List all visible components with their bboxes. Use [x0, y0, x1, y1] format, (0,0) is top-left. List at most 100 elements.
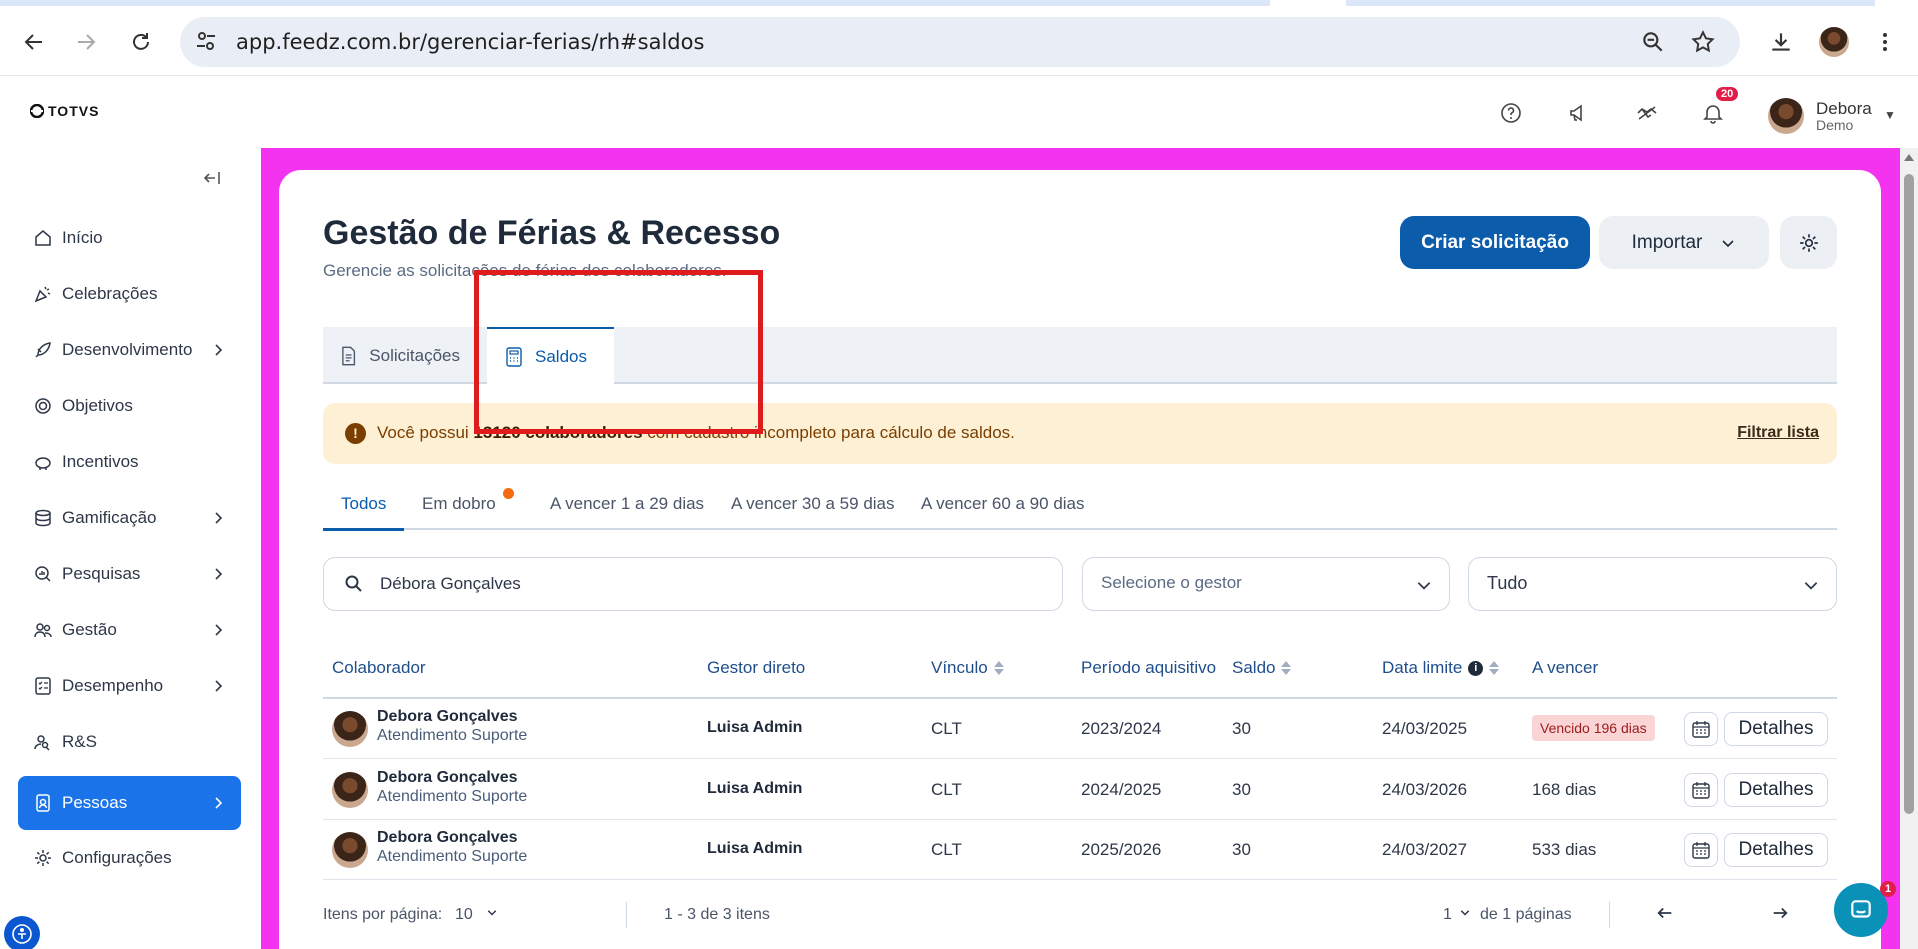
profile-avatar[interactable]: [1814, 22, 1854, 62]
status-select[interactable]: Tudo: [1468, 557, 1837, 611]
sidebar-item-celebracoes[interactable]: Celebrações: [18, 267, 241, 321]
sort-icon[interactable]: [993, 661, 1004, 675]
sort-icon[interactable]: [1489, 661, 1500, 675]
browser-menu-icon[interactable]: [1865, 22, 1905, 62]
calendar-button[interactable]: [1684, 833, 1718, 867]
scrollbar[interactable]: [1900, 148, 1918, 949]
info-icon[interactable]: i: [1468, 660, 1484, 676]
column-header-saldo[interactable]: Saldo: [1232, 658, 1292, 678]
page-select[interactable]: 1: [1443, 906, 1472, 924]
party-icon: [32, 283, 54, 305]
handshake-icon[interactable]: [1632, 98, 1662, 128]
pager-divider: [1609, 902, 1610, 928]
calendar-icon: [1692, 782, 1710, 799]
tab-solicitacoes[interactable]: Solicitações: [340, 327, 460, 384]
data-limite-cell: 24/03/2027: [1382, 840, 1468, 859]
sidebar-item-configuracoes[interactable]: Configurações: [18, 831, 241, 885]
notification-badge: 20: [1716, 87, 1739, 101]
pager-divider: [626, 902, 627, 928]
calendar-button[interactable]: [1684, 712, 1718, 746]
status-select-value: Tudo: [1487, 573, 1528, 593]
balance-subtabs: Todos Em dobro A vencer 1 a 29 dias A ve…: [323, 484, 1837, 531]
back-icon[interactable]: [14, 22, 54, 62]
sidebar-item-label: Gamificação: [62, 508, 157, 527]
create-request-button[interactable]: Criar solicitação: [1400, 216, 1590, 269]
accessibility-icon[interactable]: [4, 916, 40, 949]
saldo-cell: 30: [1232, 780, 1251, 799]
settings-button[interactable]: [1780, 216, 1837, 269]
details-button[interactable]: Detalhes: [1724, 773, 1828, 807]
filter-list-link[interactable]: Filtrar lista: [1737, 424, 1819, 442]
table-row: Debora Gonçalves Atendimento Suporte Lui…: [323, 699, 1837, 759]
bell-icon[interactable]: [1698, 98, 1728, 128]
subtab-a-vencer-1-29[interactable]: A vencer 1 a 29 dias: [550, 494, 704, 514]
sidebar-item-pesquisas[interactable]: Pesquisas: [18, 547, 241, 601]
user-menu-caret-icon[interactable]: ▼: [1884, 108, 1896, 122]
subtab-todos[interactable]: Todos: [341, 494, 386, 514]
a-vencer-cell: 168 dias: [1532, 780, 1597, 799]
calendar-button[interactable]: [1684, 773, 1718, 807]
vinculo-cell: CLT: [931, 780, 962, 799]
manager-name: Luisa Admin: [707, 780, 803, 797]
sidebar-item-desempenho[interactable]: Desempenho: [18, 659, 241, 713]
details-button[interactable]: Detalhes: [1724, 712, 1828, 746]
chevron-right-icon: [215, 797, 223, 809]
search-field[interactable]: [323, 557, 1063, 611]
subtab-a-vencer-30-59[interactable]: A vencer 30 a 59 dias: [731, 494, 895, 514]
sidebar-item-gestao[interactable]: Gestão: [18, 603, 241, 657]
totvs-logo[interactable]: TOTVS: [30, 103, 99, 119]
sidebar-item-desenvolvimento[interactable]: Desenvolvimento: [18, 323, 241, 377]
manager-select-placeholder: Selecione o gestor: [1101, 573, 1242, 592]
highlight-annotation-box: [474, 270, 763, 434]
download-icon[interactable]: [1761, 22, 1801, 62]
chevron-down-icon: [1417, 582, 1431, 590]
gear-icon: [1799, 233, 1818, 252]
zoom-icon[interactable]: [1640, 29, 1666, 60]
new-indicator-dot: [503, 488, 514, 499]
per-page-select[interactable]: 10: [455, 906, 499, 924]
manager-select[interactable]: Selecione o gestor: [1082, 557, 1450, 611]
sidebar-item-label: Incentivos: [62, 452, 139, 471]
subtab-em-dobro[interactable]: Em dobro: [422, 494, 496, 514]
table-row: Debora Gonçalves Atendimento Suporte Lui…: [323, 820, 1837, 880]
help-icon[interactable]: [1496, 98, 1526, 128]
sidebar-item-incentivos[interactable]: Incentivos: [18, 435, 241, 489]
saldo-cell: 30: [1232, 840, 1251, 859]
rocket-icon: [32, 339, 54, 361]
browser-toolbar: app.feedz.com.br/gerenciar-ferias/rh#sal…: [0, 0, 1918, 76]
next-page-icon[interactable]: [1771, 904, 1789, 927]
chevron-right-icon: [215, 568, 223, 580]
import-button-label: Importar: [1631, 231, 1703, 253]
user-name[interactable]: Debora: [1816, 99, 1872, 119]
sidebar-item-gamificacao[interactable]: Gamificação: [18, 491, 241, 545]
bookmark-star-icon[interactable]: [1690, 29, 1716, 60]
collapse-sidebar-icon[interactable]: [202, 168, 226, 192]
employee-avatar: [332, 772, 368, 808]
url-text[interactable]: app.feedz.com.br/gerenciar-ferias/rh#sal…: [236, 30, 704, 54]
periodo-cell: 2023/2024: [1081, 719, 1162, 738]
search-input[interactable]: [380, 570, 1040, 598]
reload-icon[interactable]: [121, 22, 161, 62]
address-bar[interactable]: app.feedz.com.br/gerenciar-ferias/rh#sal…: [180, 17, 1740, 67]
column-header-data-limite[interactable]: Data limite i: [1382, 658, 1500, 678]
sidebar-item-label: Gestão: [62, 620, 117, 639]
user-avatar[interactable]: [1768, 98, 1804, 134]
subtab-a-vencer-60-90[interactable]: A vencer 60 a 90 dias: [921, 494, 1085, 514]
sidebar-item-inicio[interactable]: Início: [18, 211, 241, 265]
sort-icon[interactable]: [1281, 661, 1292, 675]
prev-page-icon[interactable]: [1656, 904, 1674, 927]
sidebar-item-rs[interactable]: R&S: [18, 715, 241, 769]
sidebar-item-objetivos[interactable]: Objetivos: [18, 379, 241, 433]
import-button[interactable]: Importar: [1599, 216, 1769, 269]
details-button[interactable]: Detalhes: [1724, 833, 1828, 867]
sidebar-item-pessoas[interactable]: Pessoas: [18, 776, 241, 830]
chevron-right-icon: [215, 512, 223, 524]
search-icon: [345, 575, 362, 592]
forward-icon[interactable]: [66, 22, 106, 62]
employee-department: Atendimento Suporte: [377, 788, 528, 805]
megaphone-icon[interactable]: [1564, 98, 1594, 128]
tab-label: Solicitações: [369, 345, 460, 365]
chevron-right-icon: [215, 344, 223, 356]
site-settings-icon[interactable]: [194, 29, 218, 58]
column-header-vinculo[interactable]: Vínculo: [931, 658, 1004, 678]
